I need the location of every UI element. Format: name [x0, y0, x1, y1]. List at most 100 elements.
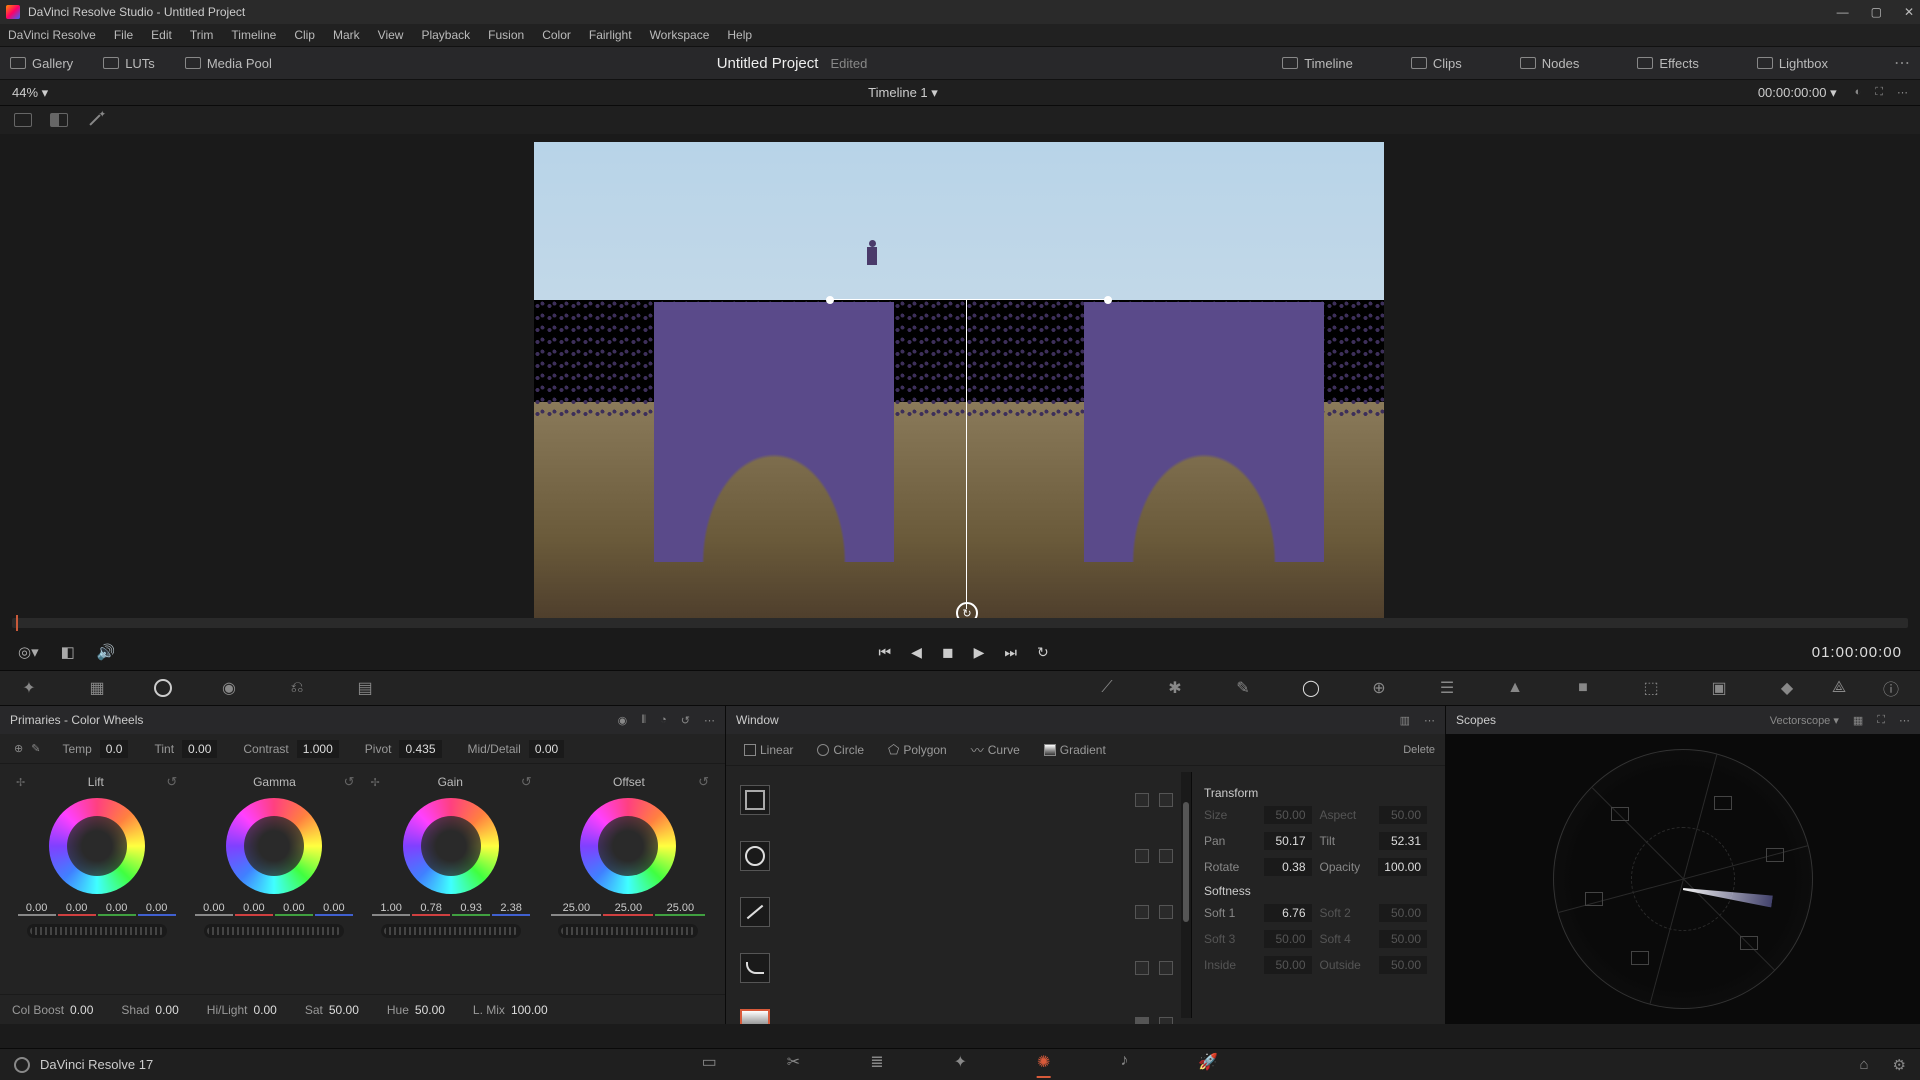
scopes-more-icon[interactable]: ⋯ [1899, 714, 1910, 727]
deliver-page-icon[interactable]: 🚀 [1198, 1052, 1218, 1078]
window-more-icon[interactable]: ⋯ [1424, 714, 1435, 727]
fusion-page-icon[interactable]: ✦ [954, 1052, 967, 1078]
window-row-linear[interactable] [732, 772, 1181, 828]
invert-toggle[interactable] [1159, 1017, 1173, 1024]
warper-icon[interactable]: ✱ [1164, 677, 1186, 699]
cut-page-icon[interactable]: ✂ [787, 1052, 800, 1078]
hue-value[interactable]: 50.00 [415, 1003, 445, 1017]
first-frame-button[interactable]: ⏮ [879, 644, 892, 661]
add-curve-button[interactable]: 〰Curve [963, 736, 1028, 763]
window-preset-icon[interactable]: ▥ [1400, 714, 1410, 727]
image-mode-icon[interactable] [14, 113, 32, 127]
shad-value[interactable]: 0.00 [155, 1003, 178, 1017]
gamma-reset-icon[interactable]: ↺ [344, 774, 355, 790]
zoom-dropdown[interactable]: 44% ▾ [12, 85, 48, 101]
color-match-icon[interactable]: ▦ [86, 677, 108, 699]
curves-icon[interactable]: ⟋ [1096, 677, 1118, 699]
nodes-button[interactable]: Nodes [1520, 56, 1580, 71]
soft3-value[interactable]: 50.00 [1264, 930, 1312, 948]
minimize-button[interactable]: — [1837, 5, 1849, 19]
scope-layout-icon[interactable]: ▦ [1853, 714, 1863, 727]
lightbox-button[interactable]: Lightbox [1757, 56, 1828, 71]
soft4-value[interactable]: 50.00 [1379, 930, 1427, 948]
menu-workspace[interactable]: Workspace [650, 28, 710, 42]
fairlight-page-icon[interactable]: ♪ [1120, 1052, 1128, 1078]
colboost-value[interactable]: 0.00 [70, 1003, 93, 1017]
tilt-value[interactable]: 52.31 [1379, 832, 1427, 850]
opacity-value[interactable]: 100.00 [1378, 858, 1427, 876]
scopes-palette-icon[interactable]: ⟁ [1828, 677, 1850, 699]
timeline-button[interactable]: Timeline [1282, 56, 1353, 71]
size-value[interactable]: 50.00 [1264, 806, 1312, 824]
bsm-icon[interactable]: ▲ [1504, 677, 1526, 699]
playhead[interactable] [16, 615, 18, 631]
menu-clip[interactable]: Clip [294, 28, 315, 42]
window-palette-icon[interactable]: ◯ [1300, 677, 1322, 699]
pivot-value[interactable]: 0.435 [399, 740, 441, 758]
reset-all-icon[interactable]: ↺ [681, 714, 690, 727]
menu-file[interactable]: File [114, 28, 133, 42]
menu-fusion[interactable]: Fusion [488, 28, 524, 42]
menu-view[interactable]: View [378, 28, 404, 42]
color-page-icon[interactable]: ✺ [1037, 1052, 1050, 1078]
gain-wheel[interactable] [403, 798, 499, 894]
menu-timeline[interactable]: Timeline [231, 28, 276, 42]
window-row-polygon[interactable] [732, 884, 1181, 940]
camera-raw-icon[interactable]: ✦ [18, 677, 40, 699]
mute-icon[interactable]: 🔊 [97, 643, 116, 661]
menu-fairlight[interactable]: Fairlight [589, 28, 632, 42]
toolbar-more-icon[interactable]: ⋯ [1894, 53, 1910, 73]
mask-toggle[interactable] [1135, 1017, 1149, 1024]
soft2-value[interactable]: 50.00 [1379, 904, 1427, 922]
mediapool-button[interactable]: Media Pool [185, 56, 272, 71]
key-icon[interactable]: ■ [1572, 677, 1594, 699]
scope-expand-icon[interactable]: ⛶ [1877, 714, 1885, 727]
tracker-icon[interactable]: ⊕ [1368, 677, 1390, 699]
menu-playback[interactable]: Playback [421, 28, 470, 42]
scope-display[interactable] [1446, 734, 1920, 1024]
gamma-values[interactable]: 0.000.000.000.00 [195, 902, 353, 916]
sizing-icon[interactable]: ⬚ [1640, 677, 1662, 699]
mask-toggle[interactable] [1135, 905, 1149, 919]
lift-wheel[interactable] [49, 798, 145, 894]
lift-picker-icon[interactable]: ✢ [16, 776, 25, 789]
split-mode-icon[interactable] [50, 113, 68, 127]
tint-value[interactable]: 0.00 [182, 740, 217, 758]
magic-mask-icon[interactable]: ☰ [1436, 677, 1458, 699]
pick-white-icon[interactable]: ✎ [31, 742, 40, 755]
color-picker-icon[interactable]: ◎▾ [18, 643, 39, 661]
sat-value[interactable]: 50.00 [329, 1003, 359, 1017]
delete-window-button[interactable]: Delete [1403, 744, 1435, 756]
qualifier-icon[interactable]: ✎ [1232, 677, 1254, 699]
mask-toggle[interactable] [1135, 961, 1149, 975]
gallery-button[interactable]: Gallery [10, 56, 73, 71]
primary-wheels-icon[interactable] [154, 679, 172, 697]
gradient-overlay-line[interactable] [829, 299, 1109, 300]
viewer-timecode[interactable]: 00:00:00:00 ▾ [1758, 85, 1837, 101]
menu-mark[interactable]: Mark [333, 28, 360, 42]
hilight-value[interactable]: 0.00 [253, 1003, 276, 1017]
inside-value[interactable]: 50.00 [1264, 956, 1312, 974]
home-icon[interactable]: ⌂ [1859, 1056, 1868, 1074]
lift-values[interactable]: 0.000.000.000.00 [18, 902, 176, 916]
3d-icon[interactable]: ▣ [1708, 677, 1730, 699]
pan-value[interactable]: 50.17 [1264, 832, 1312, 850]
menu-trim[interactable]: Trim [190, 28, 214, 42]
temp-value[interactable]: 0.0 [100, 740, 129, 758]
offset-values[interactable]: 25.0025.0025.00 [551, 902, 705, 916]
offset-wheel[interactable] [580, 798, 676, 894]
mask-toggle[interactable] [1135, 849, 1149, 863]
gain-reset-icon[interactable]: ↺ [521, 774, 532, 790]
contrast-value[interactable]: 1.000 [297, 740, 339, 758]
menu-help[interactable]: Help [727, 28, 752, 42]
effects-button[interactable]: Effects [1637, 56, 1699, 71]
wheels-mode-icon[interactable]: ◉ [618, 714, 628, 727]
primaries-more-icon[interactable]: ⋯ [704, 714, 715, 727]
clips-button[interactable]: Clips [1411, 56, 1462, 71]
rotate-value[interactable]: 0.38 [1264, 858, 1312, 876]
next-frame-button[interactable]: ⏭ [1004, 644, 1017, 661]
scope-type-dropdown[interactable]: Vectorscope ▾ [1770, 714, 1839, 727]
gamma-jog[interactable] [204, 924, 344, 938]
highlight-wand-icon[interactable] [86, 111, 104, 129]
scrubber[interactable] [12, 618, 1908, 628]
